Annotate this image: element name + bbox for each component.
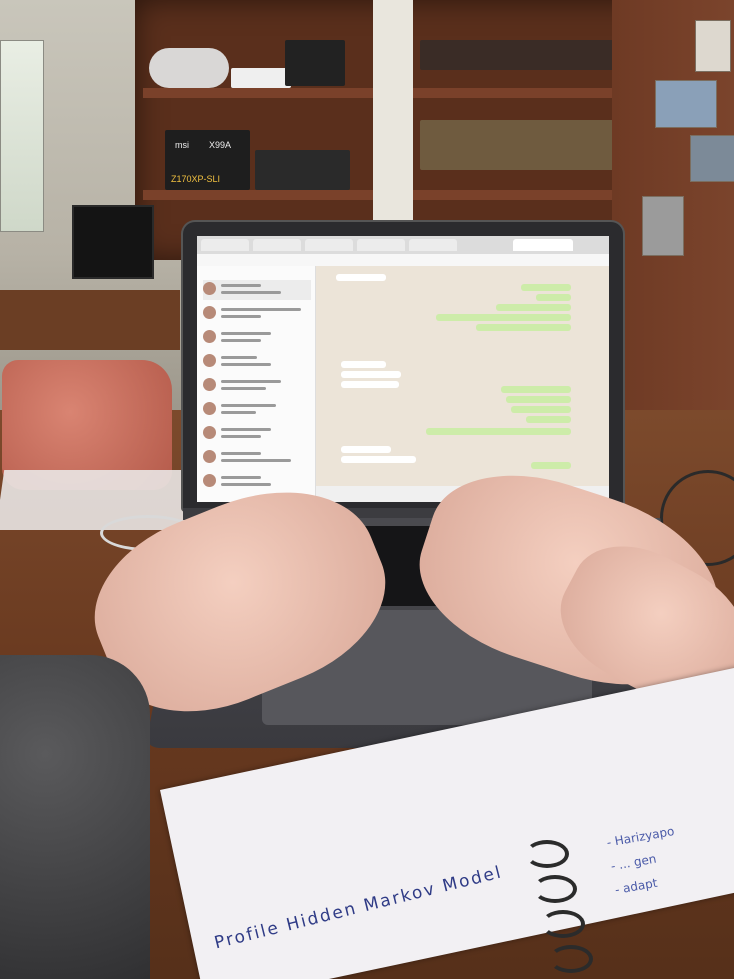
incoming-message: [341, 446, 391, 453]
browser-tab-active[interactable]: [513, 239, 573, 251]
outgoing-message: [536, 294, 571, 301]
background-desk: [0, 290, 180, 350]
browser-tab[interactable]: [357, 239, 405, 251]
white-box: [231, 68, 291, 88]
chat-list-item[interactable]: [203, 328, 311, 348]
incoming-message: [341, 381, 399, 388]
spiral-ring: [533, 875, 577, 903]
msi-label: msi: [175, 140, 189, 150]
photo-scene: msi X99A Z170XP-SLI Profile Hidden Marko…: [0, 0, 734, 979]
outgoing-message: [511, 406, 571, 413]
chat-preview-line: [221, 428, 271, 431]
shelf-trinkets-top: [420, 40, 620, 70]
avatar: [203, 450, 216, 463]
outgoing-message: [436, 314, 571, 321]
chat-preview-line: [221, 459, 291, 462]
shelf-divider: [373, 0, 413, 260]
pinned-card: [655, 80, 717, 128]
black-object: [285, 40, 345, 86]
chat-preview-line: [221, 356, 257, 359]
chat-list-item[interactable]: [203, 376, 311, 396]
browser-tab[interactable]: [253, 239, 301, 251]
outgoing-message: [496, 304, 571, 311]
chat-preview-line: [221, 435, 261, 438]
outgoing-message: [521, 284, 571, 291]
small-boxes: [255, 150, 350, 190]
chat-preview-line: [221, 411, 256, 414]
board-label: Z170XP-SLI: [171, 174, 221, 184]
chat-preview-line: [221, 363, 271, 366]
chat-preview-line: [221, 452, 261, 455]
avatar: [203, 378, 216, 391]
chat-preview-line: [221, 483, 271, 486]
browser-tab[interactable]: [201, 239, 249, 251]
chat-list-item[interactable]: [203, 280, 311, 300]
avatar: [203, 402, 216, 415]
browser-tab[interactable]: [409, 239, 457, 251]
avatar: [203, 426, 216, 439]
chat-preview-line: [221, 404, 276, 407]
chat-preview-line: [221, 315, 261, 318]
chat-preview-line: [221, 387, 266, 390]
avatar: [203, 474, 216, 487]
pinned-note: [695, 20, 731, 72]
chat-list-item[interactable]: [203, 472, 311, 492]
browser-tab[interactable]: [305, 239, 353, 251]
chat-preview-line: [221, 291, 281, 294]
chat-preview-line: [221, 332, 271, 335]
chat-panel: [316, 266, 609, 502]
avatar: [203, 354, 216, 367]
outgoing-message: [501, 386, 571, 393]
pinned-card: [642, 196, 684, 256]
chat-list-item[interactable]: [203, 424, 311, 444]
chat-preview-line: [221, 380, 281, 383]
shelf-trinkets: [420, 120, 620, 170]
chat-list-item[interactable]: [203, 304, 311, 324]
spiral-ring: [549, 945, 593, 973]
chat-list-item[interactable]: [203, 448, 311, 468]
incoming-message: [341, 371, 401, 378]
avatar: [203, 330, 216, 343]
browser-tab-bar[interactable]: [197, 236, 609, 255]
background-monitor: [72, 205, 154, 279]
avatar: [203, 306, 216, 319]
laptop-lid: [183, 222, 623, 510]
chat-preview-line: [221, 476, 261, 479]
laptop-screen[interactable]: [197, 236, 609, 502]
notebook-spiral: [515, 830, 593, 979]
wall-poster: [0, 40, 44, 232]
incoming-message: [341, 456, 416, 463]
outgoing-message: [506, 396, 571, 403]
outgoing-message: [531, 462, 571, 469]
outgoing-message: [426, 428, 571, 435]
outgoing-message: [526, 416, 571, 423]
spiral-ring: [525, 840, 569, 868]
bookshelf: msi X99A Z170XP-SLI: [135, 0, 655, 260]
chat-list-item[interactable]: [203, 352, 311, 372]
chat-list-item[interactable]: [203, 400, 311, 420]
motherboard-box: msi X99A Z170XP-SLI: [165, 130, 250, 190]
avatar: [203, 282, 216, 295]
incoming-message: [336, 274, 386, 281]
outgoing-message: [476, 324, 571, 331]
chat-preview-line: [221, 339, 261, 342]
spiral-ring: [541, 910, 585, 938]
chat-preview-line: [221, 308, 301, 311]
address-bar[interactable]: [197, 254, 609, 266]
pinned-card: [690, 135, 734, 182]
model-label: X99A: [209, 140, 232, 150]
chat-list-sidebar: [197, 266, 316, 502]
incoming-message: [341, 361, 386, 368]
gray-sleeve: [0, 655, 150, 979]
chat-preview-line: [221, 284, 261, 287]
plastic-bag: [149, 48, 229, 88]
